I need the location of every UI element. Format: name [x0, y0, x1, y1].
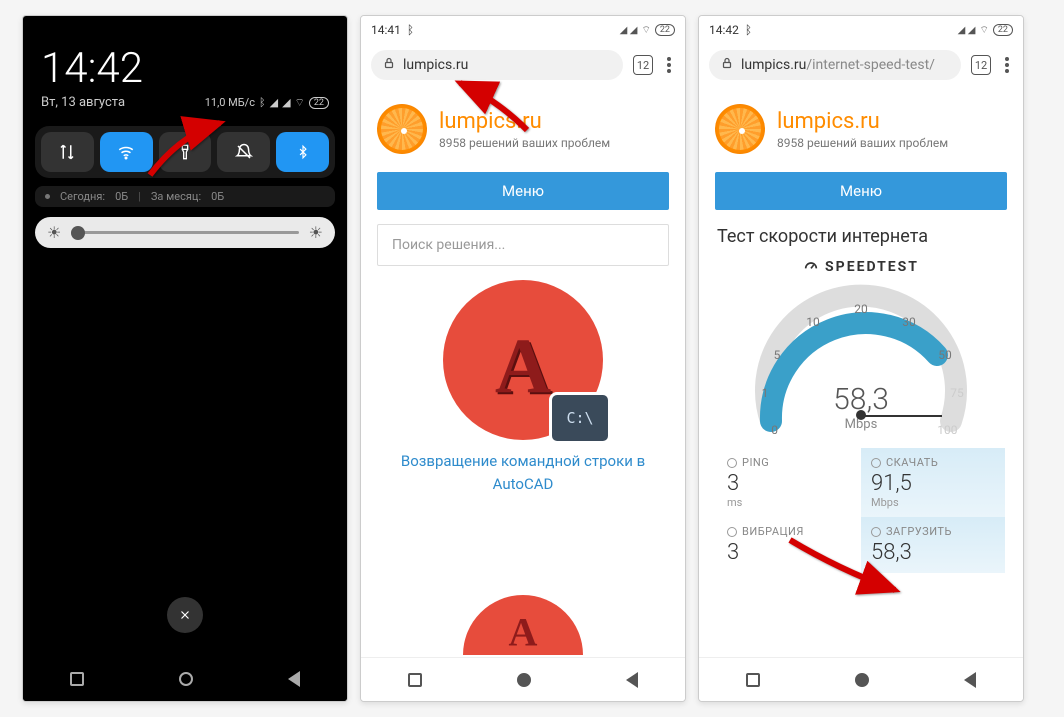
qs-bluetooth[interactable]	[276, 132, 329, 172]
data-usage-row[interactable]: Сегодня: 0Б | За месяц: 0Б	[35, 186, 335, 207]
bluetooth-icon: ᛒ	[745, 23, 752, 37]
status-time: 14:42	[709, 23, 739, 37]
site-name: lumpics.ru	[439, 109, 610, 134]
more-menu-icon[interactable]	[1001, 57, 1013, 73]
phone-browser-home: 14:41 ᛒ ◢ ◢ ⌔ 22 lumpics.ru 12 lumpics.ru…	[360, 15, 686, 702]
lock-icon	[721, 56, 733, 74]
article-card[interactable]: A C:\ Возвращение командной строки в Aut…	[377, 280, 669, 495]
date-label: Вт, 13 августа	[41, 95, 125, 110]
nav-back[interactable]	[288, 671, 300, 687]
brightness-low-icon: ☀	[47, 223, 61, 242]
phone-notification-shade: 14:42 Вт, 13 августа 11,0 МБ/с ᛒ ◢ ◢ ⌔ 2…	[22, 15, 348, 702]
signal-icon: ◢ ◢	[620, 25, 638, 36]
lock-icon	[383, 56, 395, 74]
status-time: 14:41	[371, 23, 401, 37]
clock-time: 14:42	[23, 16, 347, 93]
net-speed: 11,0 МБ/с	[205, 96, 255, 109]
speed-gauge: 0 1 5 10 20 30 50 75 100 58,3 Mbps	[741, 281, 981, 446]
site-header: lumpics.ru 8958 решений ваших проблем	[361, 86, 685, 164]
autocad-a-icon: A	[495, 321, 551, 411]
nav-back[interactable]	[626, 672, 638, 688]
brightness-high-icon: ☀	[309, 223, 323, 242]
stat-ping: PING 3 ms	[717, 448, 861, 517]
site-name: lumpics.ru	[777, 109, 948, 134]
wifi-icon: ⌔	[641, 24, 650, 37]
stat-download: СКАЧАТЬ 91,5 Mbps	[861, 448, 1005, 517]
browser-urlbar: lumpics.ru/internet-speed-test/ 12	[699, 44, 1023, 86]
article-thumbnail: A C:\	[443, 280, 603, 440]
upload-icon	[871, 527, 881, 537]
bluetooth-icon: ᛒ	[259, 96, 266, 109]
wifi-icon: ⌔	[979, 24, 988, 37]
ping-icon	[727, 458, 737, 468]
site-logo-icon	[715, 104, 765, 154]
next-article-peek: A	[463, 595, 583, 655]
tab-count[interactable]: 12	[633, 55, 653, 75]
qs-flashlight[interactable]	[159, 132, 212, 172]
nav-recent[interactable]	[70, 672, 84, 686]
nav-home[interactable]	[855, 673, 869, 687]
status-bar: 14:42 ᛒ ◢ ◢ ⌔ 22	[699, 16, 1023, 44]
address-bar[interactable]: lumpics.ru/internet-speed-test/	[709, 50, 961, 80]
stat-upload: ЗАГРУЗИТЬ 58,3	[861, 517, 1005, 573]
android-navbar	[361, 657, 685, 701]
android-navbar	[699, 657, 1023, 701]
site-logo-icon	[377, 104, 427, 154]
nav-home[interactable]	[517, 673, 531, 687]
gauge-unit: Mbps	[833, 417, 889, 432]
article-title: Возвращение командной строки в AutoCAD	[377, 450, 669, 495]
url-text: lumpics.ru	[403, 57, 468, 73]
quick-settings	[35, 126, 335, 178]
battery-indicator: 22	[309, 97, 329, 109]
download-icon	[871, 458, 881, 468]
status-bar: 14:41 ᛒ ◢ ◢ ⌔ 22	[361, 16, 685, 44]
site-tagline: 8958 решений ваших проблем	[439, 136, 610, 150]
nav-recent[interactable]	[746, 673, 760, 687]
signal-icon: ◢ ◢	[958, 25, 976, 36]
android-navbar	[23, 657, 347, 701]
cmd-icon: C:\	[549, 392, 611, 444]
more-menu-icon[interactable]	[663, 57, 675, 73]
tab-count[interactable]: 12	[971, 55, 991, 75]
wifi-icon: ⌔	[295, 96, 305, 110]
phone-speedtest: 14:42 ᛒ ◢ ◢ ⌔ 22 lumpics.ru/internet-spee…	[698, 15, 1024, 702]
signal-icon: ◢	[270, 96, 278, 109]
nav-recent[interactable]	[408, 673, 422, 687]
signal-icon-2: ◢	[282, 96, 290, 109]
gauge-value: 58,3	[833, 382, 889, 417]
battery-indicator: 22	[993, 24, 1013, 36]
search-input[interactable]: Поиск решения...	[377, 224, 669, 266]
nav-home[interactable]	[179, 672, 193, 686]
page-title: Тест скорости интернета	[717, 226, 1005, 247]
close-shade-button[interactable]	[167, 597, 203, 633]
speedtest-brand: SPEEDTEST	[699, 259, 1023, 275]
bluetooth-icon: ᛒ	[407, 23, 414, 37]
site-tagline: 8958 решений ваших проблем	[777, 136, 948, 150]
browser-urlbar: lumpics.ru 12	[361, 44, 685, 86]
stat-jitter: ВИБРАЦИЯ 3	[717, 517, 861, 573]
brightness-slider[interactable]: ☀ ☀	[35, 217, 335, 248]
url-text: lumpics.ru/internet-speed-test/	[741, 57, 935, 73]
status-icons: 11,0 МБ/с ᛒ ◢ ◢ ⌔ 22	[205, 96, 329, 110]
dot-icon	[45, 194, 50, 199]
qs-mobile-data[interactable]	[41, 132, 94, 172]
site-header: lumpics.ru 8958 решений ваших проблем	[699, 86, 1023, 164]
nav-back[interactable]	[964, 672, 976, 688]
address-bar[interactable]: lumpics.ru	[371, 50, 623, 80]
menu-button[interactable]: Меню	[377, 172, 669, 210]
stats-grid: PING 3 ms СКАЧАТЬ 91,5 Mbps ВИБРАЦИЯ 3 З…	[717, 448, 1005, 573]
qs-wifi[interactable]	[100, 132, 153, 172]
menu-button[interactable]: Меню	[715, 172, 1007, 210]
jitter-icon	[727, 527, 737, 537]
qs-dnd[interactable]	[217, 132, 270, 172]
battery-indicator: 22	[655, 24, 675, 36]
